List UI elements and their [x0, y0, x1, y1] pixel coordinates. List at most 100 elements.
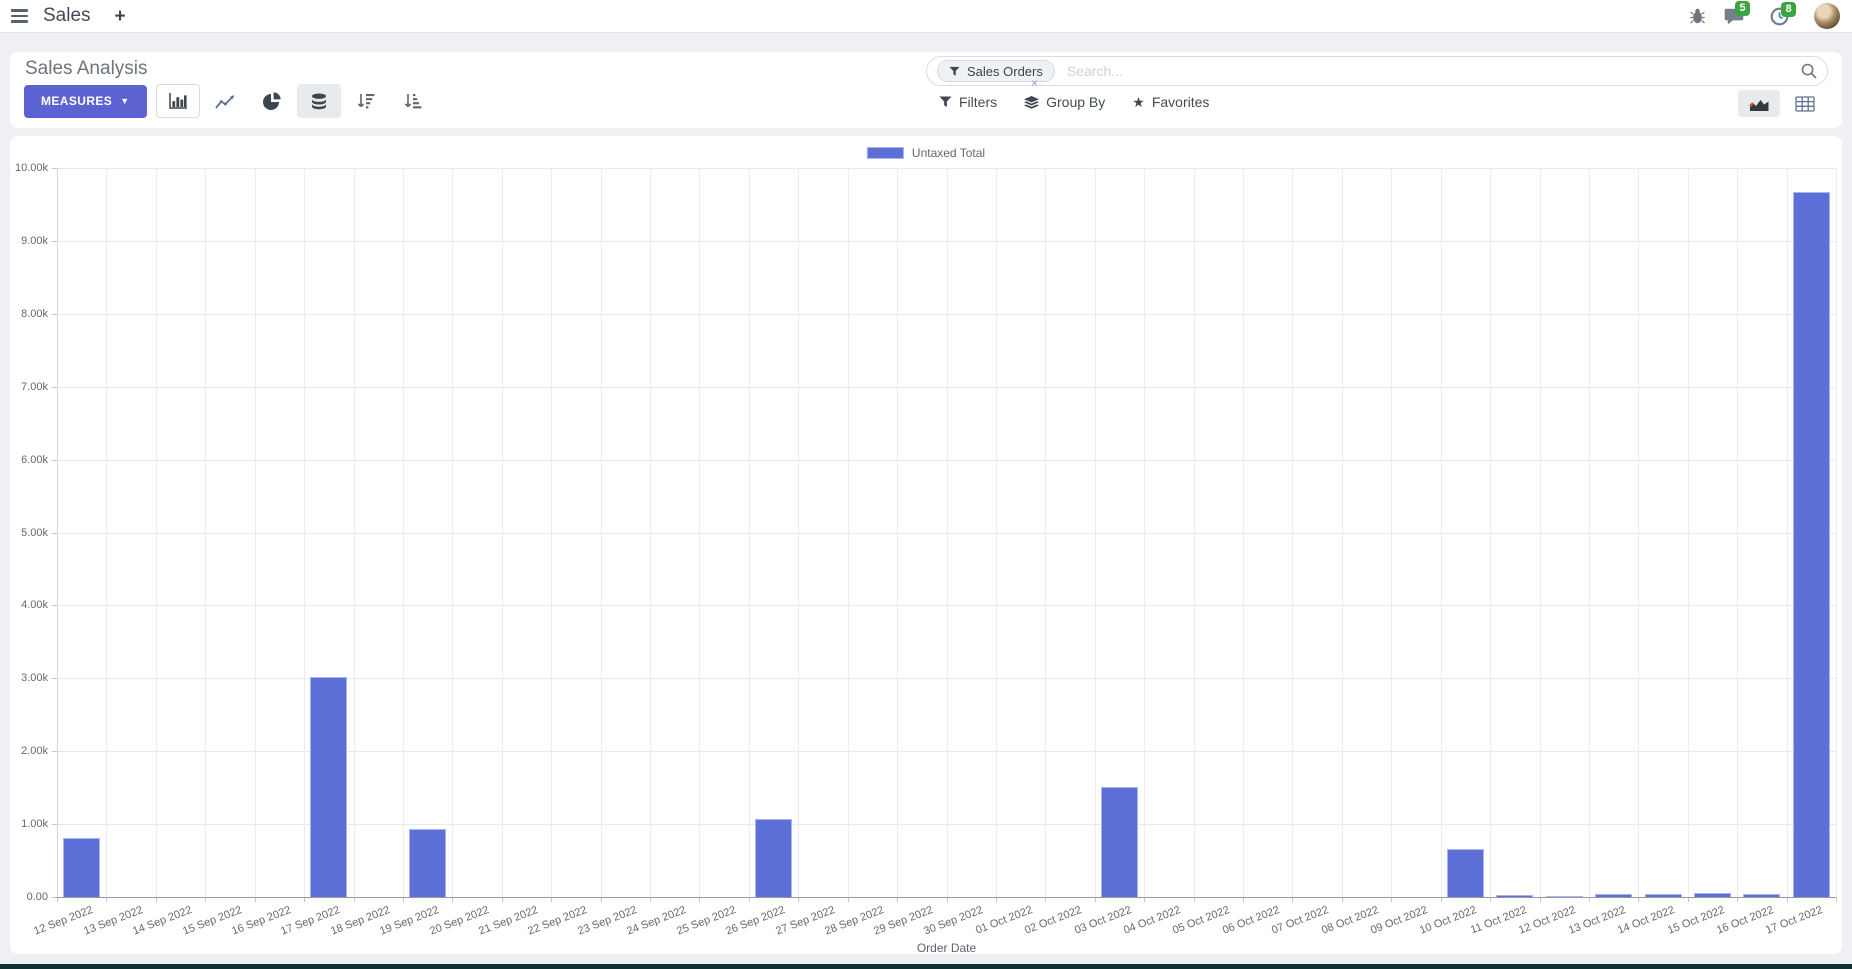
line-chart-icon	[215, 94, 235, 109]
filters-label: Filters	[959, 94, 997, 110]
x-gridline	[996, 168, 997, 897]
x-gridline	[551, 168, 552, 897]
x-gridline	[650, 168, 651, 897]
x-gridline	[106, 168, 107, 897]
messages-count-badge: 5	[1735, 1, 1750, 16]
group-by-button[interactable]: Group By	[1024, 94, 1105, 110]
x-gridline	[947, 168, 948, 897]
sort-descending-button[interactable]	[344, 84, 388, 118]
x-axis-title: Order Date	[57, 941, 1836, 955]
x-gridline	[1540, 168, 1541, 897]
x-gridline	[1589, 168, 1590, 897]
bar-chart-button[interactable]	[156, 84, 200, 118]
user-avatar[interactable]	[1814, 3, 1840, 29]
bar[interactable]	[63, 838, 100, 897]
x-gridline	[749, 168, 750, 897]
line-chart-button[interactable]	[203, 84, 247, 118]
x-gridline	[1391, 168, 1392, 897]
activities-clock-icon[interactable]: 8	[1770, 7, 1789, 26]
x-gridline	[1836, 168, 1837, 897]
bar[interactable]	[1447, 849, 1484, 897]
sort-ascending-button[interactable]	[391, 84, 435, 118]
x-gridline	[1243, 168, 1244, 897]
search-input[interactable]	[1065, 62, 1801, 80]
x-gridline	[897, 168, 898, 897]
measures-label: MEASURES	[41, 94, 112, 108]
bar[interactable]	[1743, 894, 1780, 897]
bar[interactable]	[310, 677, 347, 897]
messages-icon[interactable]: 5	[1724, 8, 1744, 25]
pie-chart-button[interactable]	[250, 84, 294, 118]
bar[interactable]	[1793, 192, 1830, 897]
x-gridline	[601, 168, 602, 897]
y-axis-label: 0.00	[10, 891, 48, 903]
x-gridline	[1095, 168, 1096, 897]
pie-chart-icon	[263, 92, 281, 110]
pivot-table-icon	[1795, 96, 1815, 112]
y-axis-label: 3.00k	[10, 672, 48, 684]
y-axis-line	[57, 168, 58, 897]
star-icon: ★	[1132, 95, 1145, 109]
x-gridline	[304, 168, 305, 897]
group-by-label: Group By	[1046, 94, 1105, 110]
x-gridline	[798, 168, 799, 897]
bar[interactable]	[409, 829, 446, 897]
search-icon[interactable]	[1801, 63, 1817, 79]
navbar-right: 5 8	[1690, 3, 1840, 29]
area-chart-icon	[1748, 96, 1770, 112]
sort-descending-icon	[357, 93, 375, 109]
bar[interactable]	[1694, 893, 1731, 897]
navbar-left: Sales +	[9, 5, 126, 27]
x-gridline	[1045, 168, 1046, 897]
filters-button[interactable]: Filters	[939, 94, 997, 110]
x-gridline	[1688, 168, 1689, 897]
bar-chart-icon	[169, 93, 187, 109]
stacked-toggle-button[interactable]	[297, 84, 341, 118]
bug-icon[interactable]	[1690, 8, 1705, 24]
x-gridline	[848, 168, 849, 897]
favorites-button[interactable]: ★ Favorites	[1132, 94, 1209, 110]
bar-chart-plot: 0.001.00k2.00k3.00k4.00k5.00k6.00k7.00k8…	[10, 136, 1842, 954]
bar[interactable]	[1595, 894, 1632, 897]
filter-icon	[939, 96, 952, 108]
y-axis-label: 9.00k	[10, 235, 48, 247]
x-gridline	[1441, 168, 1442, 897]
x-gridline	[403, 168, 404, 897]
graph-toolbar: MEASURES ▼	[24, 84, 435, 118]
x-gridline	[1490, 168, 1491, 897]
x-tick	[1836, 897, 1837, 902]
odoo-window: Sales + 5 8 Sales Analysis MEASURES ▼	[0, 0, 1852, 969]
filter-facet-icon	[949, 66, 960, 77]
bar[interactable]	[1546, 896, 1583, 897]
x-gridline	[1292, 168, 1293, 897]
control-panel: Sales Analysis MEASURES ▼	[10, 52, 1842, 128]
graph-view-button[interactable]	[1738, 90, 1780, 117]
bar[interactable]	[1645, 894, 1682, 897]
x-axis-line	[57, 897, 1836, 898]
y-axis-label: 7.00k	[10, 381, 48, 393]
pivot-view-button[interactable]	[1784, 90, 1826, 117]
bar[interactable]	[755, 819, 792, 897]
sort-ascending-icon	[404, 93, 422, 109]
chevron-down-icon: ▼	[120, 96, 129, 106]
measures-button[interactable]: MEASURES ▼	[24, 85, 147, 118]
app-name[interactable]: Sales	[43, 5, 91, 27]
y-axis-label: 4.00k	[10, 599, 48, 611]
x-gridline	[699, 168, 700, 897]
view-switcher	[1738, 90, 1826, 117]
y-axis-label: 5.00k	[10, 527, 48, 539]
search-options: Filters Group By ★ Favorites	[939, 88, 1209, 116]
plus-icon[interactable]: +	[115, 7, 126, 26]
x-gridline	[1194, 168, 1195, 897]
x-gridline	[502, 168, 503, 897]
activities-count-badge: 8	[1781, 2, 1796, 17]
apps-menu-icon[interactable]	[9, 7, 30, 25]
bar[interactable]	[1101, 787, 1138, 897]
bar[interactable]	[1496, 895, 1533, 897]
y-axis-label: 6.00k	[10, 454, 48, 466]
x-gridline	[205, 168, 206, 897]
page-title: Sales Analysis	[25, 58, 148, 80]
x-gridline	[1737, 168, 1738, 897]
x-gridline	[1144, 168, 1145, 897]
search-bar[interactable]: Sales Orders ×	[926, 56, 1828, 86]
